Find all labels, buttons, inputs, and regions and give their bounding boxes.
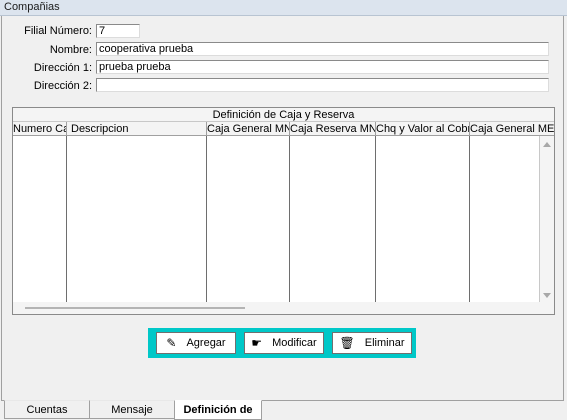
column-header-descripcion[interactable]: Descripcion: [67, 122, 207, 136]
horizontal-scrollbar[interactable]: [13, 302, 554, 314]
modificar-button[interactable]: ☛ Modificar: [244, 332, 324, 354]
eliminar-label: Eliminar: [364, 337, 405, 349]
vertical-scrollbar[interactable]: [540, 136, 554, 302]
agregar-button[interactable]: ✎ Agregar: [156, 332, 236, 354]
nombre-label: Nombre:: [49, 44, 92, 56]
direccion1-label: Dirección 1:: [33, 62, 92, 74]
grid-title: Definición de Caja y Reserva: [13, 108, 554, 122]
grid-column-numero-caja: [13, 136, 67, 302]
column-header-caja-general-me[interactable]: Caja General ME: [470, 122, 554, 136]
direccion2-label: Dirección 2:: [33, 80, 92, 92]
window-title: Compañias: [0, 0, 567, 16]
grid-column-caja-general-me: [470, 136, 540, 302]
modificar-label: Modificar: [272, 337, 317, 349]
column-header-caja-reserva-mn[interactable]: Caja Reserva MN: [290, 122, 376, 136]
direccion2-field[interactable]: [96, 78, 549, 92]
grid-column-caja-general-mn: [207, 136, 290, 302]
caja-reserva-grid[interactable]: Definición de Caja y Reserva Numero Caja…: [12, 107, 555, 315]
horizontal-scroll-thumb[interactable]: [25, 307, 245, 309]
direccion1-field[interactable]: prueba prueba: [96, 60, 549, 74]
nombre-field[interactable]: cooperativa prueba: [96, 42, 549, 56]
tab-mensaje[interactable]: Mensaje: [89, 400, 175, 419]
column-header-caja-general-mn[interactable]: Caja General MN: [207, 122, 290, 136]
grid-column-descripcion: [67, 136, 207, 302]
grid-column-chq-valor-cobro-mn: [376, 136, 470, 302]
eliminar-button[interactable]: 🗑 Eliminar: [332, 332, 412, 354]
filial-label: Filial Número:: [24, 25, 92, 37]
column-header-numero-caja[interactable]: Numero Caja: [13, 122, 67, 136]
tab-bar: Cuentas Mensaje Definición de Cajas: [0, 400, 567, 420]
scroll-up-arrow-icon[interactable]: [543, 142, 551, 147]
pencil-icon: ✎: [166, 336, 177, 350]
tab-cuentas[interactable]: Cuentas: [4, 400, 90, 419]
scroll-down-arrow-icon[interactable]: [543, 293, 551, 298]
filial-number-field[interactable]: 7: [96, 24, 140, 38]
tab-definicion-cajas[interactable]: Definición de Cajas: [174, 400, 262, 420]
column-header-chq-valor-cobro-mn[interactable]: Chq y Valor al Cobro MN: [376, 122, 470, 136]
agregar-label: Agregar: [186, 337, 226, 349]
trash-icon: 🗑: [339, 336, 355, 350]
hand-edit-icon: ☛: [251, 336, 263, 350]
grid-column-caja-reserva-mn: [290, 136, 376, 302]
action-button-panel: ✎ Agregar ☛ Modificar 🗑 Eliminar: [148, 328, 416, 358]
